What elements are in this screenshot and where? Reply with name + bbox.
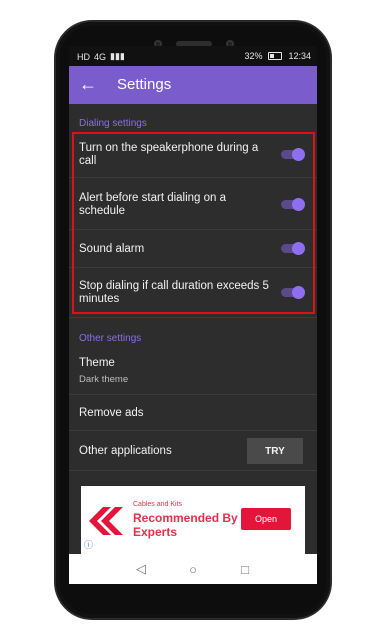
theme-label: Theme [79, 357, 115, 369]
other-apps-label: Other applications [79, 445, 172, 457]
page-title: Settings [117, 76, 172, 93]
hd-indicator: HD [77, 51, 90, 62]
section-header-dialing: Dialing settings [79, 118, 147, 129]
section-header-other: Other settings [79, 333, 142, 344]
ad-subtitle: Cables and Kits [133, 501, 183, 508]
highlight-box [72, 132, 315, 314]
system-nav-bar: ◁ ○ □ [69, 554, 317, 584]
ad-banner[interactable]: Cables and Kits Recommended By Experts O… [81, 486, 305, 554]
setting-remove-ads[interactable]: Remove ads [69, 395, 317, 431]
nav-recents-icon[interactable]: □ [237, 561, 253, 577]
section-gap [69, 314, 317, 318]
ad-open-button[interactable]: Open [241, 508, 291, 530]
clock: 12:34 [288, 51, 311, 61]
divider [69, 470, 317, 471]
theme-value: Dark theme [79, 374, 129, 385]
network-indicator: 4G [94, 51, 107, 62]
divider [69, 317, 317, 318]
app-bar: ← Settings [69, 66, 317, 104]
signal-icon: ▮▮▮ [110, 51, 125, 61]
setting-theme[interactable]: Theme Dark theme [69, 349, 317, 395]
arrow-left-icon[interactable]: ← [79, 75, 97, 93]
remove-ads-label: Remove ads [79, 407, 144, 419]
status-left: HD 4G ▮▮▮ [77, 51, 125, 62]
battery-icon [268, 52, 283, 60]
battery-percent: 32% [244, 51, 263, 61]
nav-home-icon[interactable]: ○ [185, 561, 201, 577]
ad-headline: Recommended By Experts [133, 511, 238, 539]
status-bar: HD 4G ▮▮▮ 32% 12:34 [69, 46, 317, 66]
status-right: 32% 12:34 [244, 51, 311, 61]
try-button[interactable]: TRY [247, 438, 303, 464]
setting-other-apps[interactable]: Other applications TRY [69, 431, 317, 471]
info-icon[interactable]: ⓘ [84, 538, 93, 551]
app-screen: HD 4G ▮▮▮ 32% 12:34 ← Settings Dialing s… [69, 46, 317, 584]
nav-back-icon[interactable]: ◁ [133, 561, 149, 577]
cables-kits-logo [89, 507, 123, 535]
